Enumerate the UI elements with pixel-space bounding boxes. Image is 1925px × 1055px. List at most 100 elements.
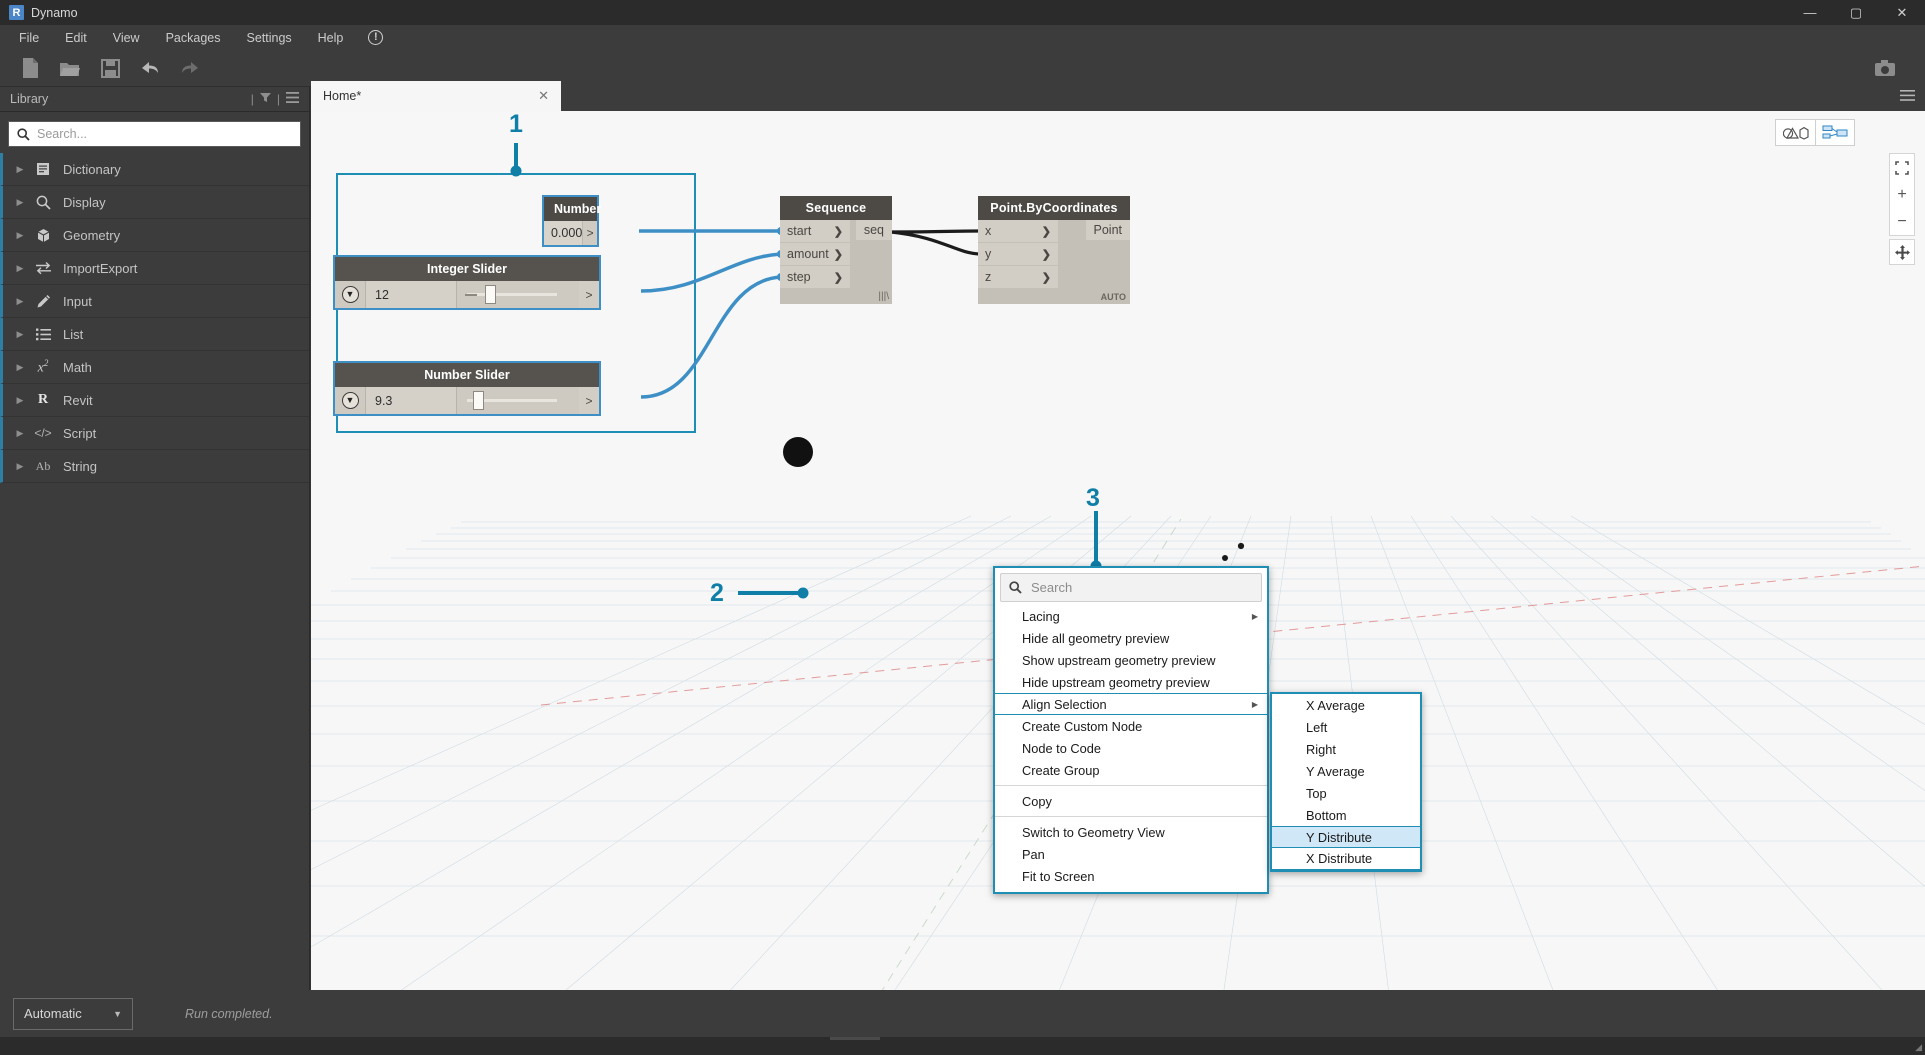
submenu-item-y-average[interactable]: Y Average — [1272, 760, 1420, 782]
ctx-item-show-upstream-geometry-preview[interactable]: Show upstream geometry preview — [995, 649, 1267, 671]
library-search-input[interactable] — [37, 127, 292, 141]
undo-icon[interactable] — [132, 53, 168, 83]
context-menu-search-box[interactable] — [1000, 573, 1262, 602]
resize-grip-icon[interactable]: ◢ — [1915, 1042, 1922, 1053]
library-item-geometry[interactable]: ▶ Geometry — [0, 219, 309, 252]
library-item-math[interactable]: ▶ x2 Math — [0, 351, 309, 384]
menu-view[interactable]: View — [100, 27, 153, 49]
fit-to-screen-icon[interactable] — [1890, 154, 1914, 181]
node-point-bycoordinates[interactable]: Point.ByCoordinates x ❯ y ❯ z ❯ Point AUTO — [978, 196, 1130, 304]
menu-help[interactable]: Help — [305, 27, 357, 49]
ctx-item-node-to-code[interactable]: Node to Code — [995, 737, 1267, 759]
tab-home[interactable]: Home* ✕ — [311, 81, 561, 111]
port-step[interactable]: step ❯ — [780, 266, 850, 289]
filter-icon[interactable] — [259, 92, 271, 106]
camera-icon[interactable] — [1867, 53, 1903, 83]
integer-slider-track[interactable] — [457, 281, 579, 308]
ctx-item-hide-upstream-geometry-preview[interactable]: Hide upstream geometry preview — [995, 671, 1267, 693]
ctx-item-fit-to-screen[interactable]: Fit to Screen — [995, 865, 1267, 887]
ctx-item-hide-all-geometry-preview[interactable]: Hide all geometry preview — [995, 627, 1267, 649]
align-selection-submenu[interactable]: X Average Left Right Y Average Top Botto… — [1270, 692, 1422, 872]
library-search-box[interactable] — [8, 121, 301, 147]
run-mode-select[interactable]: Automatic ▼ — [13, 997, 133, 1030]
open-file-icon[interactable] — [52, 53, 88, 83]
port-y[interactable]: y ❯ — [978, 243, 1058, 266]
redo-icon[interactable] — [172, 53, 208, 83]
menu-file[interactable]: File — [6, 27, 52, 49]
port-x[interactable]: x ❯ — [978, 220, 1058, 243]
menu-packages[interactable]: Packages — [153, 27, 234, 49]
library-item-string[interactable]: ▶ Ab String — [0, 450, 309, 483]
bottom-bar-handle[interactable] — [830, 1037, 880, 1040]
submenu-item-bottom[interactable]: Bottom — [1272, 804, 1420, 826]
canvas-context-menu[interactable]: Lacing ▶ Hide all geometry preview Show … — [993, 566, 1269, 894]
expand-arrow-icon[interactable]: ▶ — [11, 230, 29, 241]
node-number[interactable]: Number 0.000 > — [542, 195, 601, 247]
save-file-icon[interactable] — [92, 53, 128, 83]
node-point-output[interactable]: Point — [1085, 220, 1130, 240]
maximize-button[interactable]: ▢ — [1833, 0, 1879, 25]
integer-slider-value[interactable]: 12 — [365, 281, 457, 308]
node-integer-slider[interactable]: Integer Slider ▼ 12 > — [333, 255, 601, 310]
ctx-item-create-custom-node[interactable]: Create Custom Node — [995, 715, 1267, 737]
submenu-item-x-distribute[interactable]: X Distribute — [1272, 848, 1420, 870]
expand-arrow-icon[interactable]: ▶ — [11, 461, 29, 472]
number-slider-value[interactable]: 9.3 — [365, 387, 457, 414]
expand-arrow-icon[interactable]: ▶ — [11, 296, 29, 307]
expand-arrow-icon[interactable]: ▶ — [11, 395, 29, 406]
number-slider-thumb[interactable] — [473, 391, 484, 410]
port-start[interactable]: start ❯ — [780, 220, 850, 243]
zoom-in-button[interactable]: + — [1890, 181, 1914, 208]
geometry-shapes-icon[interactable] — [1776, 120, 1815, 145]
context-menu-search-input[interactable] — [1031, 580, 1253, 595]
close-button[interactable]: ✕ — [1879, 0, 1925, 25]
expand-arrow-icon[interactable]: ▶ — [11, 164, 29, 175]
library-item-importexport[interactable]: ▶ ImportExport — [0, 252, 309, 285]
close-icon[interactable]: ✕ — [538, 88, 549, 104]
expand-arrow-icon[interactable]: ▶ — [11, 362, 29, 373]
library-item-dictionary[interactable]: ▶ Dictionary — [0, 153, 309, 186]
library-item-display[interactable]: ▶ Display — [0, 186, 309, 219]
node-number-value[interactable]: 0.000 — [544, 221, 582, 245]
ctx-item-align-selection[interactable]: Align Selection ▶ — [995, 693, 1267, 715]
node-number-slider[interactable]: Number Slider ▼ 9.3 > — [333, 361, 601, 416]
number-slider-expand-button[interactable]: ▼ — [335, 387, 365, 414]
zoom-out-button[interactable]: − — [1890, 208, 1914, 235]
library-item-input[interactable]: ▶ Input — [0, 285, 309, 318]
info-icon[interactable]: ! — [368, 30, 384, 45]
minimize-button[interactable]: — — [1787, 0, 1833, 25]
expand-arrow-icon[interactable]: ▶ — [11, 263, 29, 274]
pan-move-icon[interactable] — [1889, 239, 1915, 265]
submenu-item-x-average[interactable]: X Average — [1272, 694, 1420, 716]
library-menu-icon[interactable] — [286, 92, 299, 106]
node-sequence-output-seq[interactable]: seq — [855, 220, 892, 240]
node-sequence[interactable]: Sequence start ❯ amount ❯ step ❯ seq |||\ — [780, 196, 892, 304]
new-file-icon[interactable] — [12, 53, 48, 83]
number-slider-track[interactable] — [457, 387, 579, 414]
expand-arrow-icon[interactable]: ▶ — [11, 428, 29, 439]
ctx-item-create-group[interactable]: Create Group — [995, 759, 1267, 781]
number-slider-output-port[interactable]: > — [579, 387, 599, 414]
ctx-item-copy[interactable]: Copy — [995, 790, 1267, 812]
submenu-item-top[interactable]: Top — [1272, 782, 1420, 804]
ctx-item-lacing[interactable]: Lacing ▶ — [995, 605, 1267, 627]
node-graph-icon[interactable] — [1815, 120, 1854, 145]
submenu-item-y-distribute[interactable]: Y Distribute — [1272, 826, 1420, 848]
node-number-output-port[interactable]: > — [582, 221, 597, 245]
port-amount[interactable]: amount ❯ — [780, 243, 850, 266]
library-item-revit[interactable]: ▶ R Revit — [0, 384, 309, 417]
submenu-item-left[interactable]: Left — [1272, 716, 1420, 738]
expand-arrow-icon[interactable]: ▶ — [11, 197, 29, 208]
ctx-item-pan[interactable]: Pan — [995, 843, 1267, 865]
integer-slider-output-port[interactable]: > — [579, 281, 599, 308]
library-item-script[interactable]: ▶ </> Script — [0, 417, 309, 450]
integer-slider-expand-button[interactable]: ▼ — [335, 281, 365, 308]
port-z[interactable]: z ❯ — [978, 266, 1058, 289]
ctx-item-switch-to-geometry-view[interactable]: Switch to Geometry View — [995, 821, 1267, 843]
expand-arrow-icon[interactable]: ▶ — [11, 329, 29, 340]
submenu-item-right[interactable]: Right — [1272, 738, 1420, 760]
library-item-list[interactable]: ▶ List — [0, 318, 309, 351]
menu-settings[interactable]: Settings — [233, 27, 304, 49]
workspace-menu-icon[interactable] — [1900, 88, 1915, 104]
menu-edit[interactable]: Edit — [52, 27, 100, 49]
